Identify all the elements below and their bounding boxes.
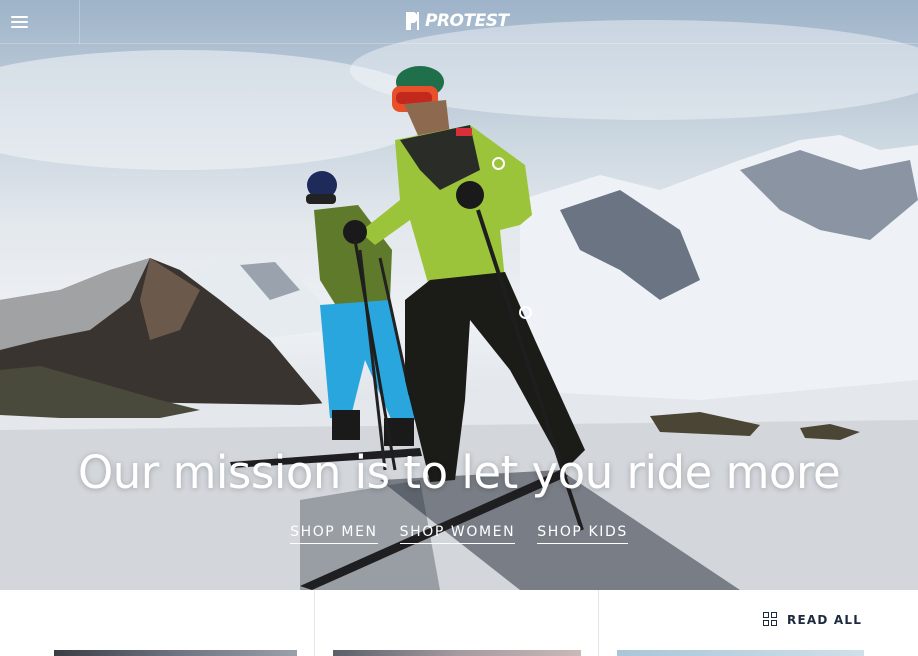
article-thumbnail[interactable] [333, 650, 581, 656]
column-divider [598, 590, 599, 656]
article-thumbnail[interactable] [617, 650, 864, 656]
brand-logo[interactable]: PROTEST [406, 10, 509, 32]
column-divider [314, 590, 315, 656]
article-thumbnail[interactable] [54, 650, 297, 656]
product-hotspot-pants[interactable] [519, 306, 532, 319]
protest-p-logo-icon [406, 12, 419, 30]
top-navigation-bar: PROTEST [0, 0, 918, 44]
brand-logo-text: PROTEST [425, 11, 509, 31]
menu-button[interactable] [0, 0, 80, 44]
hero-banner: PROTEST Our mission is to let you ride m… [0, 0, 918, 590]
shop-links: SHOP MEN SHOP WOMEN SHOP KIDS [0, 524, 918, 544]
shop-men-link[interactable]: SHOP MEN [290, 524, 378, 544]
content-strip: READ ALL [0, 590, 918, 656]
read-all-label: READ ALL [787, 612, 863, 627]
hero-headline: Our mission is to let you ride more [77, 446, 841, 499]
shop-kids-link[interactable]: SHOP KIDS [537, 524, 628, 544]
product-hotspot-jacket[interactable] [492, 157, 505, 170]
shop-women-link[interactable]: SHOP WOMEN [399, 524, 516, 544]
read-all-button[interactable]: READ ALL [763, 612, 862, 627]
grid-icon [763, 612, 778, 627]
hamburger-menu-icon [11, 16, 28, 28]
hero-background-image [0, 20, 918, 590]
